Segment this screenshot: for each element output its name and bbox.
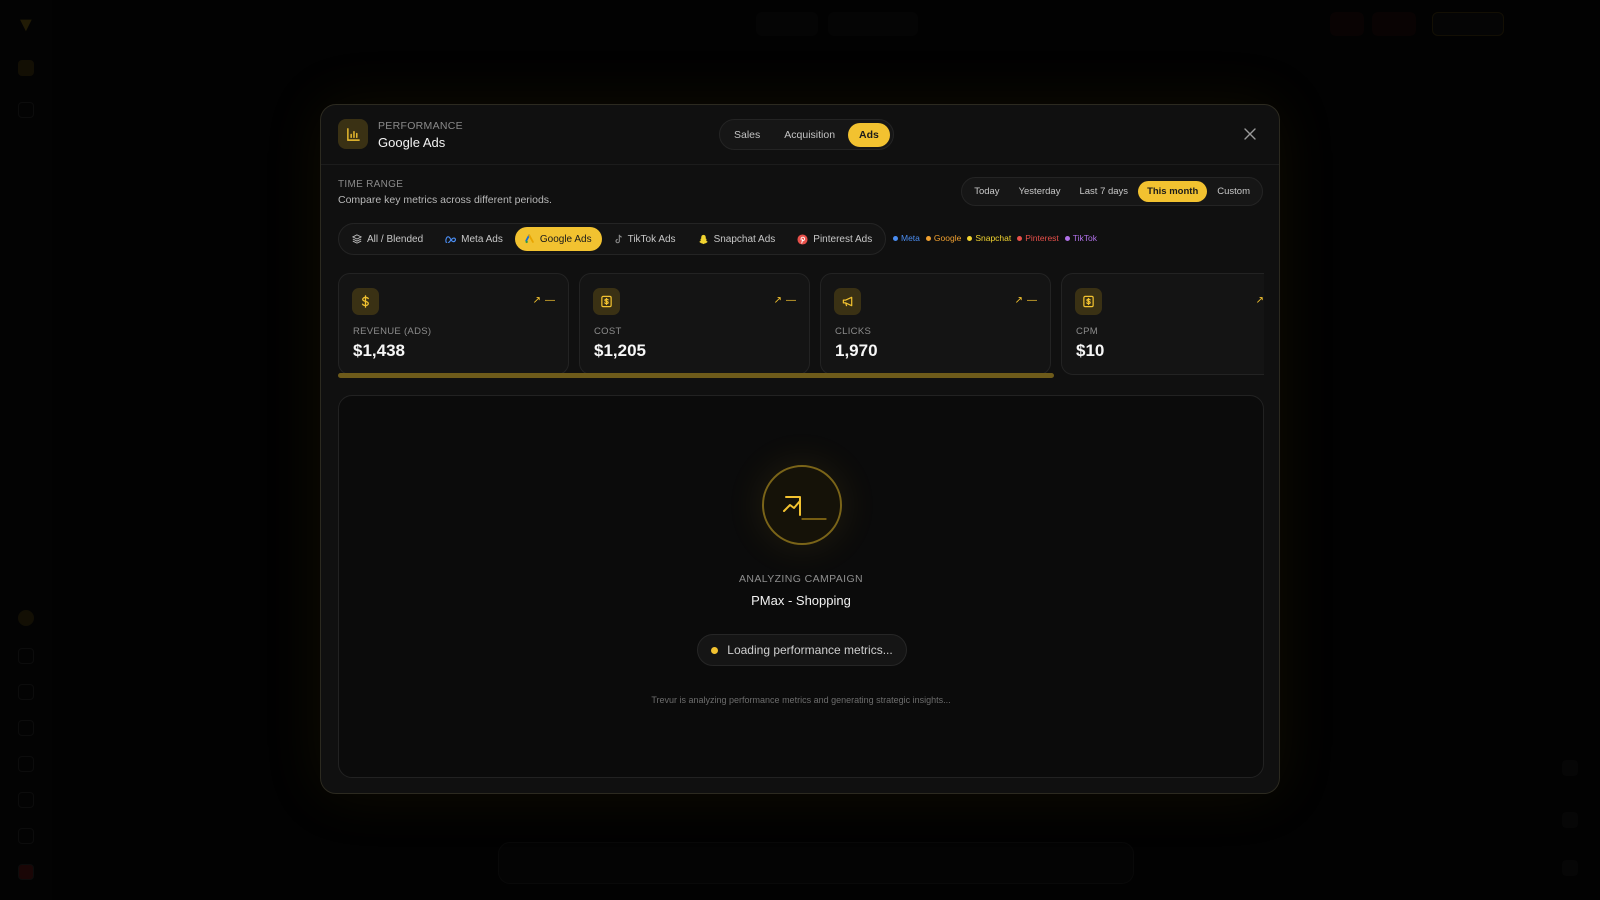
platform-label: TikTok Ads bbox=[627, 233, 676, 245]
platform-meta-ads[interactable]: Meta Ads bbox=[435, 227, 513, 251]
platform-all-blended[interactable]: All / Blended bbox=[342, 227, 433, 251]
bar-chart-icon bbox=[338, 119, 368, 149]
pinterest-icon bbox=[797, 233, 808, 245]
modal-title: Google Ads bbox=[378, 135, 446, 150]
range-last-7-days[interactable]: Last 7 days bbox=[1070, 181, 1137, 202]
range-yesterday[interactable]: Yesterday bbox=[1010, 181, 1070, 202]
status-dot-icon bbox=[711, 646, 719, 654]
platform-google-ads[interactable]: Google Ads bbox=[514, 227, 602, 251]
legend-item-meta: Meta bbox=[893, 233, 920, 243]
loading-status: Loading performance metrics... bbox=[697, 634, 907, 666]
platform-label: Meta Ads bbox=[461, 233, 503, 245]
layers-icon bbox=[352, 234, 362, 244]
trend-arrow-icon: ↗ bbox=[773, 295, 782, 306]
trend-indicator: ↗— bbox=[773, 295, 796, 306]
platform-pinterest-ads[interactable]: Pinterest Ads bbox=[787, 227, 882, 251]
platform-label: Snapchat Ads bbox=[713, 233, 776, 245]
category-tabs: Sales Acquisition Ads bbox=[719, 119, 894, 150]
time-range-description: Compare key metrics across different per… bbox=[338, 194, 552, 206]
metric-label: CLICKS bbox=[835, 326, 872, 337]
platform-label: Pinterest Ads bbox=[813, 233, 873, 245]
tiktok-icon bbox=[615, 234, 622, 244]
trend-arrow-icon: ↗ bbox=[1255, 295, 1264, 306]
modal-header: PERFORMANCE Google Ads Sales Acquisition… bbox=[321, 105, 1279, 165]
metric-value: $1,205 bbox=[594, 341, 646, 360]
campaign-name: PMax - Shopping bbox=[751, 593, 851, 608]
platform-snapchat-ads[interactable]: Snapchat Ads bbox=[688, 227, 786, 251]
analyzing-label: ANALYZING CAMPAIGN bbox=[738, 573, 864, 585]
trend-arrow-icon: ↗ bbox=[532, 295, 541, 306]
metric-value: 1,970 bbox=[835, 341, 878, 360]
time-range-label: TIME RANGE bbox=[338, 179, 404, 190]
metric-value: $10 bbox=[1076, 341, 1105, 360]
analysis-footnote: Trevur is analyzing performance metrics … bbox=[651, 695, 951, 705]
receipt-icon bbox=[593, 288, 620, 315]
tab-sales[interactable]: Sales bbox=[723, 123, 771, 147]
modal-kicker: PERFORMANCE bbox=[378, 120, 463, 132]
metric-label: COST bbox=[594, 326, 622, 337]
legend-item-pinterest: Pinterest bbox=[1017, 233, 1059, 243]
legend-item-google: Google bbox=[925, 233, 961, 243]
legend-item-tiktok: TikTok bbox=[1064, 233, 1097, 243]
platform-legend: Meta Google Snapchat Pinterest TikTok bbox=[893, 233, 1097, 243]
range-today[interactable]: Today bbox=[965, 181, 1008, 202]
trend-arrow-icon: ↗ bbox=[1014, 295, 1023, 306]
google-ads-icon bbox=[525, 234, 534, 244]
metric-card-cpm[interactable]: ↗— CPM $10 bbox=[1061, 273, 1264, 375]
snapchat-icon bbox=[698, 234, 708, 244]
close-button[interactable] bbox=[1241, 125, 1259, 143]
megaphone-icon bbox=[834, 288, 861, 315]
receipt-icon bbox=[1075, 288, 1102, 315]
metric-card-clicks[interactable]: ↗ — CLICKS 1,970 bbox=[820, 273, 1051, 375]
metric-value: $1,438 bbox=[353, 341, 405, 360]
analytics-spinner-icon bbox=[762, 465, 842, 545]
metric-label: REVENUE (ADS) bbox=[353, 326, 432, 337]
trend-indicator: ↗— bbox=[532, 295, 555, 306]
cards-scrollbar[interactable] bbox=[338, 373, 1054, 378]
platform-label: Google Ads bbox=[539, 233, 592, 245]
metric-card-cost[interactable]: ↗ — COST $1,205 bbox=[579, 273, 810, 375]
metric-card-revenue[interactable]: ↗ — REVENUE (ADS) $1,438 bbox=[338, 273, 569, 375]
platform-tiktok-ads[interactable]: TikTok Ads bbox=[604, 227, 686, 251]
metric-cards-scroller[interactable]: ↗ — REVENUE (ADS) $1,438 ↗ — COST $1,205 ↗… bbox=[338, 273, 1264, 377]
platform-label: All / Blended bbox=[367, 233, 424, 245]
tab-ads[interactable]: Ads bbox=[848, 122, 890, 147]
legend-item-snapchat: Snapchat bbox=[967, 233, 1011, 243]
trend-indicator: ↗— bbox=[1014, 295, 1037, 306]
tab-acquisition[interactable]: Acquisition bbox=[773, 123, 846, 147]
platform-filter: All / Blended Meta Ads Google Ads TikTok… bbox=[338, 223, 887, 255]
meta-icon bbox=[445, 236, 457, 243]
dollar-icon bbox=[352, 288, 379, 315]
analysis-panel: ANALYZING CAMPAIGN PMax - Shopping Loadi… bbox=[338, 395, 1264, 778]
close-icon bbox=[1244, 128, 1256, 140]
time-range-selector: Today Yesterday Last 7 days This month C… bbox=[961, 177, 1263, 206]
loading-status-text: Loading performance metrics... bbox=[727, 643, 893, 657]
performance-modal: PERFORMANCE Google Ads Sales Acquisition… bbox=[320, 104, 1280, 794]
trend-indicator: ↗— bbox=[1256, 295, 1264, 306]
range-custom[interactable]: Custom bbox=[1208, 181, 1259, 202]
metric-label: CPM bbox=[1076, 326, 1099, 337]
range-this-month[interactable]: This month bbox=[1138, 181, 1208, 202]
